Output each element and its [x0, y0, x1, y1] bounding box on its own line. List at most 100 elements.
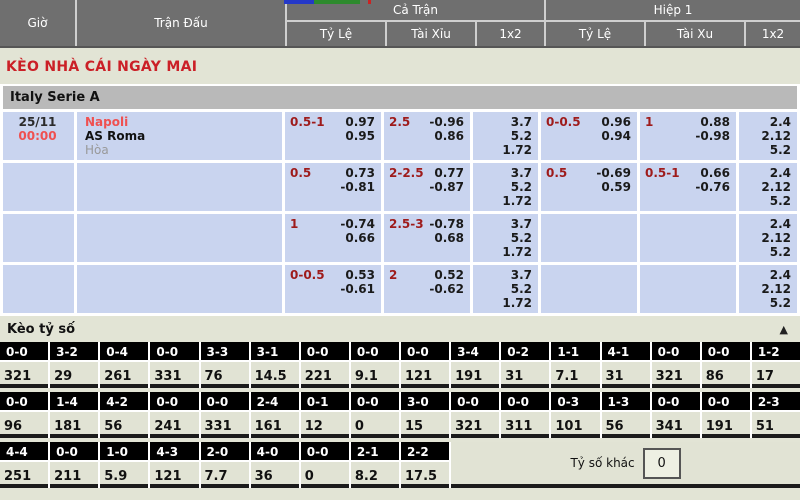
ft-handicap-cell[interactable]: 0.5-1 0.97 0.95 — [285, 112, 381, 160]
score-cell[interactable]: 3-4 191 — [451, 342, 499, 388]
score-cell[interactable]: 0-4 261 — [100, 342, 148, 388]
score-cell[interactable]: 0-0 331 — [201, 392, 249, 438]
score-cell[interactable]: 4-2 56 — [100, 392, 148, 438]
score-odds: 36 — [251, 462, 299, 488]
time-cell — [3, 214, 74, 262]
score-cell[interactable]: 0-0 0 — [301, 442, 349, 488]
ft-1x2-cell[interactable]: 3.7 5.2 1.72 — [473, 163, 538, 211]
score-cell[interactable]: 0-0 0 — [351, 392, 399, 438]
score-odds: 121 — [150, 462, 198, 488]
score-cell[interactable]: 3-2 29 — [50, 342, 98, 388]
ft-handicap-cell[interactable]: 1 -0.74 0.66 — [285, 214, 381, 262]
score-odds: 76 — [201, 362, 249, 388]
odds-value: 1.72 — [477, 296, 532, 310]
h1-1x2-cell[interactable]: 2.4 2.12 5.2 — [739, 265, 797, 313]
score-cell[interactable]: 1-0 5.9 — [100, 442, 148, 488]
score-cell[interactable]: 1-1 7.1 — [551, 342, 599, 388]
score-cell[interactable]: 4-3 121 — [150, 442, 198, 488]
score-label: 1-4 — [50, 392, 98, 412]
score-cell[interactable]: 0-3 101 — [551, 392, 599, 438]
score-cell[interactable]: 0-0 96 — [0, 392, 48, 438]
score-cell[interactable]: 3-1 14.5 — [251, 342, 299, 388]
ft-1x2-cell[interactable]: 3.7 5.2 1.72 — [473, 112, 538, 160]
score-label: 2-0 — [201, 442, 249, 462]
score-cell[interactable]: 4-1 31 — [602, 342, 650, 388]
score-cell[interactable]: 0-0 341 — [652, 392, 700, 438]
odds-value: 3.7 — [477, 166, 532, 180]
score-cell[interactable]: 3-0 15 — [401, 392, 449, 438]
score-cell[interactable]: 0-0 321 — [0, 342, 48, 388]
ft-handicap-cell[interactable]: 0-0.5 0.53 -0.61 — [285, 265, 381, 313]
ft-overunder-cell[interactable]: 2.5 -0.96 0.86 — [384, 112, 470, 160]
ft-handicap-cell[interactable]: 0.5 0.73 -0.81 — [285, 163, 381, 211]
ft-overunder-cell[interactable]: 2.5-3 -0.78 0.68 — [384, 214, 470, 262]
score-cell[interactable]: 0-0 221 — [301, 342, 349, 388]
score-cell[interactable]: 1-3 56 — [602, 392, 650, 438]
score-odds: 0 — [301, 462, 349, 488]
score-cell[interactable]: 0-0 241 — [150, 392, 198, 438]
score-cell[interactable]: 2-0 7.7 — [201, 442, 249, 488]
h1-overunder-cell[interactable] — [640, 214, 736, 262]
score-cell[interactable]: 0-1 12 — [301, 392, 349, 438]
odds-value: -0.81 — [289, 180, 375, 194]
score-cell[interactable]: 2-3 51 — [752, 392, 800, 438]
match-cell[interactable] — [77, 163, 282, 211]
h1-1x2-cell[interactable]: 2.4 2.12 5.2 — [739, 163, 797, 211]
ft-overunder-cell[interactable]: 2 0.52 -0.62 — [384, 265, 470, 313]
h1-handicap-cell[interactable] — [541, 265, 637, 313]
other-score-input[interactable] — [643, 448, 681, 479]
score-label: 4-1 — [602, 342, 650, 362]
score-cell[interactable]: 3-3 76 — [201, 342, 249, 388]
h1-handicap-cell[interactable] — [541, 214, 637, 262]
score-cell[interactable]: 0-0 191 — [702, 392, 750, 438]
h1-handicap-cell[interactable]: 0.5 -0.69 0.59 — [541, 163, 637, 211]
score-label: 0-0 — [451, 392, 499, 412]
score-label: 0-0 — [652, 342, 700, 362]
score-cell[interactable]: 0-0 121 — [401, 342, 449, 388]
score-odds: 7.1 — [551, 362, 599, 388]
strip-red-tick — [368, 0, 371, 4]
match-cell[interactable] — [77, 214, 282, 262]
score-label: 2-2 — [401, 442, 449, 462]
score-cell[interactable]: 2-1 8.2 — [351, 442, 399, 488]
score-cell[interactable]: 0-2 31 — [501, 342, 549, 388]
score-cell[interactable]: 2-2 17.5 — [401, 442, 449, 488]
score-cell[interactable]: 1-2 17 — [752, 342, 800, 388]
odds-value: 5.2 — [743, 194, 791, 208]
h1-overunder-cell[interactable]: 1 0.88 -0.98 — [640, 112, 736, 160]
score-odds: 331 — [150, 362, 198, 388]
odds-value: 5.2 — [743, 143, 791, 157]
score-cell[interactable]: 2-4 161 — [251, 392, 299, 438]
h1-overunder-cell[interactable] — [640, 265, 736, 313]
ft-1x2-cell[interactable]: 3.7 5.2 1.72 — [473, 214, 538, 262]
odds-value: -0.87 — [388, 180, 464, 194]
score-odds: 181 — [50, 412, 98, 438]
subheader-ft-tai-xiu: Tài Xỉu — [387, 22, 475, 46]
score-cell[interactable]: 0-0 331 — [150, 342, 198, 388]
score-cell[interactable]: 4-0 36 — [251, 442, 299, 488]
score-odds: 31 — [501, 362, 549, 388]
score-cell[interactable]: 1-4 181 — [50, 392, 98, 438]
match-cell[interactable] — [77, 265, 282, 313]
score-cell[interactable]: 0-0 321 — [652, 342, 700, 388]
h1-1x2-cell[interactable]: 2.4 2.12 5.2 — [739, 214, 797, 262]
score-cell[interactable]: 0-0 321 — [451, 392, 499, 438]
score-cell[interactable]: 0-0 211 — [50, 442, 98, 488]
score-label: 0-0 — [201, 392, 249, 412]
ft-1x2-cell[interactable]: 3.7 5.2 1.72 — [473, 265, 538, 313]
h1-1x2-cell[interactable]: 2.4 2.12 5.2 — [739, 112, 797, 160]
ft-overunder-cell[interactable]: 2-2.5 0.77 -0.87 — [384, 163, 470, 211]
score-cell[interactable]: 4-4 251 — [0, 442, 48, 488]
handicap-line: 0-0.5 — [290, 268, 325, 282]
match-cell[interactable]: Napoli AS Roma Hòa — [77, 112, 282, 160]
score-cell[interactable]: 0-0 311 — [501, 392, 549, 438]
home-team: Napoli — [85, 115, 276, 129]
score-cell[interactable]: 0-0 86 — [702, 342, 750, 388]
score-odds: 191 — [702, 412, 750, 438]
score-label: 0-0 — [702, 342, 750, 362]
score-cell[interactable]: 0-0 9.1 — [351, 342, 399, 388]
collapse-arrow-icon[interactable]: ▲ — [780, 323, 788, 336]
h1-handicap-cell[interactable]: 0-0.5 0.96 0.94 — [541, 112, 637, 160]
odds-value: -0.61 — [289, 282, 375, 296]
h1-overunder-cell[interactable]: 0.5-1 0.66 -0.76 — [640, 163, 736, 211]
